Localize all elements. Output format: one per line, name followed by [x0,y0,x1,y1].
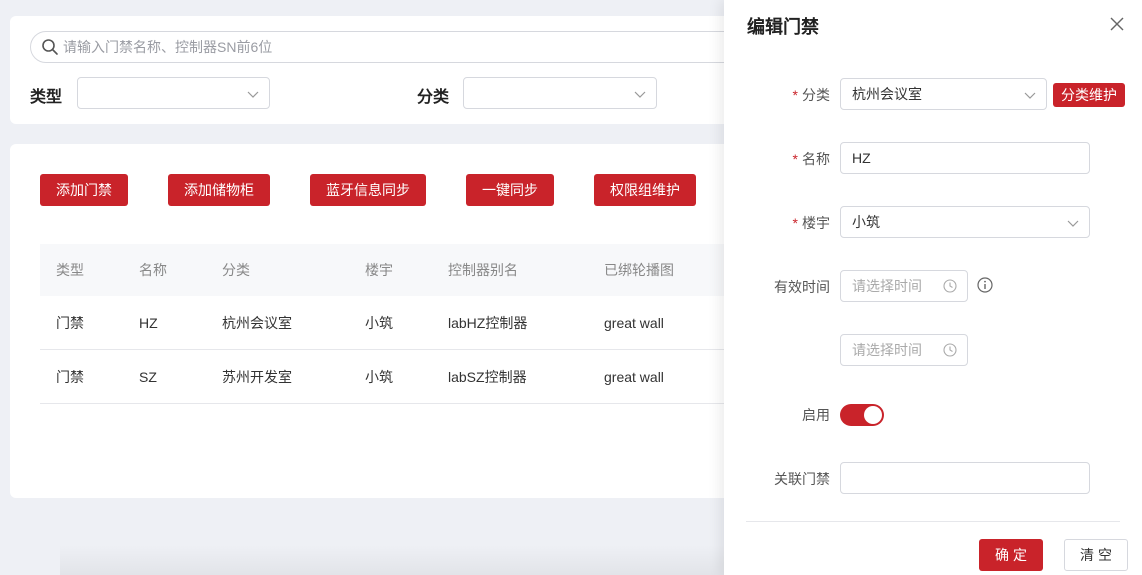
category-select[interactable] [463,77,657,109]
cell-name: SZ [139,369,157,385]
table-row[interactable]: 门禁 HZ 杭州会议室 小筑 labHZ控制器 great wall [40,296,770,350]
cell-building: 小筑 [365,369,393,385]
filter-card: 类型 分类 [10,16,790,124]
cell-controller-alias: labSZ控制器 [448,369,527,385]
building-value: 小筑 [852,214,880,230]
required-mark: * [792,215,798,231]
cell-controller-alias: labHZ控制器 [448,315,528,331]
close-icon[interactable] [1110,17,1124,31]
linked-door-label: 关联门禁 [774,471,830,487]
building-label: * 楼宇 [793,213,830,233]
column-header: 楼宇 [365,262,393,278]
info-icon[interactable] [977,277,993,293]
edit-door-drawer: 编辑门禁 * 分类 杭州会议室 分类维护 * 名称 HZ * 楼宇 小筑 有效时间 请… [724,0,1142,575]
required-mark: * [792,87,798,103]
name-label: * 名称 [793,149,830,169]
name-value: HZ [852,150,871,166]
toggle-knob [864,406,882,424]
category-filter-label: 分类 [417,89,450,106]
category-select[interactable]: 杭州会议室 [840,78,1047,110]
column-header: 分类 [222,262,250,278]
chevron-down-icon [1067,220,1079,227]
drawer-divider [746,521,1120,522]
clear-button[interactable]: 清空 [1064,539,1128,571]
add-door-button[interactable]: 添加门禁 [40,174,128,206]
table-row[interactable]: 门禁 SZ 苏州开发室 小筑 labSZ控制器 great wall [40,350,770,404]
chevron-down-icon [634,91,646,98]
column-header: 已绑轮播图 [604,262,674,278]
cell-type: 门禁 [56,315,84,331]
cell-type: 门禁 [56,369,84,385]
cell-carousel: great wall [604,369,664,385]
start-time-placeholder: 请选择时间 [852,278,922,294]
building-label-text: 楼宇 [802,215,830,231]
linked-door-input[interactable] [840,462,1090,494]
type-select[interactable] [77,77,270,109]
drawer-title: 编辑门禁 [747,17,819,37]
search-box[interactable] [30,31,790,63]
clock-icon [943,343,957,357]
column-header: 名称 [139,262,167,278]
end-time-placeholder: 请选择时间 [852,342,922,358]
name-label-text: 名称 [802,151,830,167]
name-input[interactable]: HZ [840,142,1090,174]
end-time-picker[interactable]: 请选择时间 [840,334,968,366]
chevron-down-icon [247,91,259,98]
enable-toggle[interactable] [840,404,884,426]
search-icon [42,39,58,55]
table-card: 添加门禁 添加储物柜 蓝牙信息同步 一键同步 权限组维护 类型 名称 分类 楼宇… [10,144,770,498]
column-header: 类型 [56,262,84,278]
cell-carousel: great wall [604,315,664,331]
bluetooth-sync-button[interactable]: 蓝牙信息同步 [310,174,426,206]
one-click-sync-button[interactable]: 一键同步 [466,174,554,206]
start-time-picker[interactable]: 请选择时间 [840,270,968,302]
chevron-down-icon [1024,92,1036,99]
category-maintain-button[interactable]: 分类维护 [1053,83,1125,107]
clock-icon [943,279,957,293]
type-filter-label: 类型 [30,89,63,106]
category-label-text: 分类 [802,87,830,103]
search-input[interactable] [63,36,663,58]
bottom-shadow [60,545,740,575]
cell-category: 杭州会议室 [222,315,292,331]
category-label: * 分类 [793,85,830,105]
required-mark: * [792,151,798,167]
cell-building: 小筑 [365,315,393,331]
valid-time-label: 有效时间 [774,279,830,295]
category-value: 杭州会议室 [852,86,922,102]
column-header: 控制器别名 [448,262,518,278]
add-locker-button[interactable]: 添加储物柜 [168,174,270,206]
cell-category: 苏州开发室 [222,369,292,385]
cell-name: HZ [139,315,158,331]
table-header: 类型 名称 分类 楼宇 控制器别名 已绑轮播图 [40,244,770,296]
confirm-button[interactable]: 确定 [979,539,1043,571]
enable-label: 启用 [802,407,830,423]
permission-group-button[interactable]: 权限组维护 [594,174,696,206]
building-select[interactable]: 小筑 [840,206,1090,238]
